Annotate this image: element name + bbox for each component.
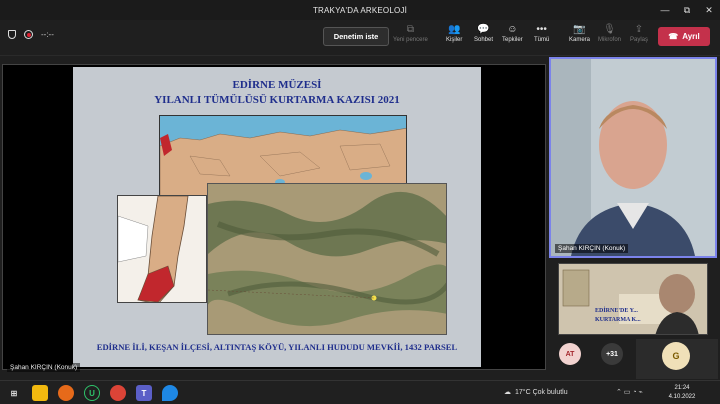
new-window-icon: ⧉ xyxy=(406,23,414,35)
cloud-icon: ☁ xyxy=(504,389,511,396)
shield-icon xyxy=(8,30,16,39)
recording-icon xyxy=(24,30,33,39)
request-control-button[interactable]: Denetim iste xyxy=(323,27,389,46)
chat-icon: 💬 xyxy=(477,23,490,35)
participant-avatar-g[interactable]: G xyxy=(662,342,690,370)
satellite-image xyxy=(207,183,447,335)
camera-off-icon: 📷 xyxy=(573,23,586,35)
teams-icon[interactable]: T xyxy=(136,385,152,401)
people-icon: 👥 xyxy=(447,23,461,35)
system-tray-icons[interactable]: ⌃ ▭ ◔ ⌁ xyxy=(616,388,643,396)
slide-title: EDİRNE MÜZESİ xyxy=(232,79,322,91)
share-icon: ⇪ xyxy=(634,23,644,35)
reactions-icon: ☺ xyxy=(507,23,518,35)
small-video-caption-2: KURTARMA K... xyxy=(595,317,641,323)
app-icon[interactable]: U xyxy=(84,385,100,401)
participant-video-small[interactable]: EDİRNE'DE Y... KURTARMA K... xyxy=(558,263,708,335)
maximize-button[interactable]: ⧉ xyxy=(676,0,698,20)
small-video-caption: EDİRNE'DE Y... xyxy=(595,308,638,314)
slide-caption: EDİRNE İLİ, KEŞAN İLÇESİ, ALTINTAŞ KÖYÜ,… xyxy=(96,342,458,352)
firefox-icon[interactable] xyxy=(58,385,74,401)
edirne-province-map xyxy=(117,195,207,303)
close-window-button[interactable]: ✕ xyxy=(698,0,720,20)
chrome-icon[interactable] xyxy=(110,385,126,401)
weather-widget[interactable]: ☁ 17°C Çok bulutlu xyxy=(504,388,568,397)
window-title: TRAKYA'DA ARKEOLOJİ xyxy=(312,5,408,15)
mic-off-icon: 🎙 xyxy=(603,23,616,35)
chat-button[interactable]: 💬 Sohbet xyxy=(474,23,493,44)
participant-avatar-at[interactable]: AT xyxy=(559,343,581,365)
clock[interactable]: 21:24 4.10.2022 xyxy=(662,384,702,402)
slide-subtitle: YILANLI TÜMÜLÜSÜ KURTARMA KAZISI 2021 xyxy=(154,94,400,106)
taskbar: ⊞ U T ☁ 17°C Çok bulutlu ⌃ ▭ ◔ ⌁ 21:24 4… xyxy=(0,380,720,404)
presentation-slide: EDİRNE MÜZESİ YILANLI TÜMÜLÜSÜ KURTARMA … xyxy=(73,67,481,367)
app-icon-blue[interactable] xyxy=(162,385,178,401)
participant-video-main[interactable]: Şahan KIRÇIN (Konuk) xyxy=(549,57,717,258)
leave-button[interactable]: ☎ Ayrıl xyxy=(658,27,710,46)
people-button[interactable]: 👥 Kişiler xyxy=(446,23,462,44)
mic-button[interactable]: 🎙 Mikrofon xyxy=(598,23,621,44)
shared-screen: EDİRNE MÜZESİ YILANLI TÜMÜLÜSÜ KURTARMA … xyxy=(2,64,546,372)
meeting-toolbar: --:-- Denetim iste ⧉ Yeni pencere 👥 Kişi… xyxy=(0,20,720,56)
phone-hangup-icon: ☎ xyxy=(668,32,679,41)
title-bar: TRAKYA'DA ARKEOLOJİ — ⧉ ✕ xyxy=(0,0,720,20)
minimize-button[interactable]: — xyxy=(654,0,676,20)
presenter-name-label: Şahan KIRÇIN (Konuk) xyxy=(7,363,81,372)
more-button[interactable]: ••• Tümü xyxy=(534,23,549,44)
more-icon: ••• xyxy=(536,23,547,35)
meeting-timer: --:-- xyxy=(41,30,54,39)
camera-button[interactable]: 📷 Kamera xyxy=(569,23,590,44)
start-icon[interactable]: ⊞ xyxy=(6,385,22,401)
new-window-button[interactable]: ⧉ Yeni pencere xyxy=(393,23,428,44)
file-explorer-icon[interactable] xyxy=(32,385,48,401)
share-button[interactable]: ⇪ Paylaş xyxy=(630,23,648,44)
participant-name: Şahan KIRÇIN (Konuk) xyxy=(555,244,629,253)
more-participants-button[interactable]: +31 xyxy=(601,343,623,365)
reactions-button[interactable]: ☺ Tepkiler xyxy=(502,23,523,44)
